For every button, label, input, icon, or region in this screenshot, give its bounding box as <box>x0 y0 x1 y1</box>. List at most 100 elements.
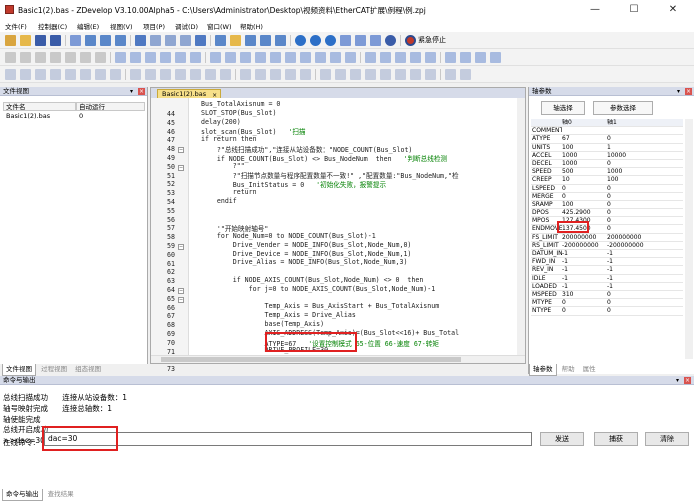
ladder-monitor-icon[interactable] <box>110 69 121 80</box>
fold-toggle-icon[interactable]: − <box>178 164 184 171</box>
param-value[interactable]: 0 <box>607 160 653 168</box>
ladder-open-icon[interactable] <box>20 69 31 80</box>
table-row[interactable]: MSPEED 310 0 <box>531 291 683 300</box>
tab-config-view[interactable]: 组态视图 <box>72 364 104 375</box>
compare-icon[interactable] <box>115 35 126 46</box>
ladder-zoom-icon[interactable] <box>445 69 456 80</box>
ladder-l3-icon[interactable] <box>190 69 201 80</box>
param-value[interactable]: -1 <box>562 283 606 291</box>
download-ram-icon[interactable] <box>70 35 81 46</box>
table-row[interactable]: ATYPE 67 0 <box>531 135 683 144</box>
watch-icon[interactable] <box>230 35 241 46</box>
button-icon[interactable] <box>160 52 171 63</box>
table-row[interactable]: MERGE 0 0 <box>531 193 683 201</box>
line-tool-icon[interactable] <box>5 52 16 63</box>
ladder-s5-icon[interactable] <box>300 69 311 80</box>
close-icon[interactable]: × <box>138 88 145 95</box>
code-line[interactable]: Bus_TotalAxisnum = 0 <box>201 100 280 108</box>
edit-box-icon[interactable] <box>175 52 186 63</box>
param-value[interactable]: -1 <box>607 283 653 291</box>
param-value[interactable]: 0 <box>607 201 653 209</box>
param-value[interactable]: 0 <box>562 307 606 315</box>
param-value[interactable]: 0 <box>607 291 653 299</box>
code-line[interactable]: Drive_Vender = NODE_INFO(Bus_Slot,Node_N… <box>201 241 412 249</box>
code-line[interactable]: if return then <box>201 135 257 143</box>
io-icon[interactable] <box>165 35 176 46</box>
editor-vertical-scrollbar[interactable] <box>517 98 525 355</box>
table-row[interactable]: CREEP 10 100 <box>531 176 683 185</box>
file-name[interactable]: Basic1(2).bas <box>3 111 76 120</box>
ladder-col-icon[interactable] <box>395 69 406 80</box>
ladder-settings-icon[interactable] <box>460 69 471 80</box>
table-row[interactable]: DECEL 1000 0 <box>531 160 683 169</box>
fold-toggle-icon[interactable]: − <box>178 147 184 154</box>
table-row[interactable]: MPOS 127.4300 0 <box>531 217 683 226</box>
ladder-row-icon[interactable] <box>380 69 391 80</box>
select-axis-button[interactable]: 轴选择 <box>541 101 585 115</box>
pause-icon[interactable] <box>370 35 381 46</box>
param-value[interactable]: -1 <box>607 266 653 274</box>
ladder-compile-icon[interactable] <box>95 69 106 80</box>
emergency-stop-button[interactable]: 紧急停止 <box>404 34 446 47</box>
label-icon[interactable] <box>145 52 156 63</box>
menu-file[interactable]: 文件(F) <box>5 21 27 31</box>
tab-find-results[interactable]: 查找结果 <box>45 489 77 500</box>
table-row[interactable]: LOADED -1 -1 <box>531 283 683 291</box>
slider-icon[interactable] <box>285 52 296 63</box>
curve-tool-icon[interactable] <box>95 52 106 63</box>
variable-icon[interactable] <box>275 35 286 46</box>
ladder-vline-icon[interactable] <box>335 69 346 80</box>
ladder-l4-icon[interactable] <box>205 69 216 80</box>
ladder-hline-icon[interactable] <box>320 69 331 80</box>
table-row[interactable]: SPEED 500 1000 <box>531 168 683 177</box>
editor-tab[interactable]: Basic1(2).bas × <box>157 89 222 99</box>
ellipse-tool-icon[interactable] <box>80 52 91 63</box>
task-icon[interactable] <box>260 35 271 46</box>
param-value[interactable]: 100 <box>607 176 653 184</box>
clear-button[interactable]: 清除 <box>645 432 689 446</box>
param-value[interactable]: 200000000 <box>607 234 653 242</box>
table-row[interactable]: REV_IN -1 -1 <box>531 266 683 275</box>
step-into-icon[interactable] <box>310 35 321 46</box>
table-row[interactable]: COMMENT <box>531 127 683 136</box>
param-value[interactable]: 0 <box>607 185 653 193</box>
ladder-save-icon[interactable] <box>35 69 46 80</box>
param-value[interactable]: -1 <box>562 266 606 274</box>
menu-controller[interactable]: 控制器(C) <box>38 21 67 31</box>
ladder-l2-icon[interactable] <box>175 69 186 80</box>
table-row[interactable]: FWD_IN -1 -1 <box>531 258 683 267</box>
code-line[interactable]: Temp_Axis = Drive_Alias <box>201 311 356 319</box>
table-row[interactable]: ENDMOVE 137.4500 0 <box>531 225 683 234</box>
timer-icon[interactable] <box>365 52 376 63</box>
code-line[interactable]: for j=0 to NODE_AXIS_COUNT(Bus_Slot,Node… <box>201 285 436 293</box>
param-value[interactable]: 425.2900 <box>562 209 606 217</box>
code-line[interactable]: Drive_Device = NODE_INFO(Bus_Slot,Node_N… <box>201 250 412 258</box>
open-folder-icon[interactable] <box>20 35 31 46</box>
meter-icon[interactable] <box>300 52 311 63</box>
ladder-l5-icon[interactable] <box>220 69 231 80</box>
param-value[interactable]: 200000000 <box>562 234 606 242</box>
controller-icon[interactable] <box>195 35 206 46</box>
code-line[interactable]: endif <box>201 197 237 205</box>
code-line[interactable]: return <box>201 188 257 196</box>
ladder-s1-icon[interactable] <box>240 69 251 80</box>
param-value[interactable]: 310 <box>562 291 606 299</box>
download-rom-icon[interactable] <box>85 35 96 46</box>
tab-command-output[interactable]: 命令与输出 <box>2 489 43 501</box>
circle-tool-icon[interactable] <box>65 52 76 63</box>
new-file-icon[interactable] <box>5 35 16 46</box>
register-icon[interactable] <box>180 35 191 46</box>
list-icon[interactable] <box>225 52 236 63</box>
keyboard-icon[interactable] <box>345 52 356 63</box>
column-header[interactable]: 自动运行 <box>76 102 145 111</box>
group-icon[interactable] <box>475 52 486 63</box>
menu-view[interactable]: 视图(V) <box>110 21 133 31</box>
minimize-button[interactable]: — <box>576 1 614 18</box>
window-icon[interactable] <box>490 52 501 63</box>
auto-run-value[interactable]: 0 <box>76 111 145 120</box>
ladder-insert-icon[interactable] <box>365 69 376 80</box>
pen-icon[interactable] <box>425 52 436 63</box>
table-row[interactable]: FS_LIMIT 200000000 200000000 <box>531 234 683 242</box>
menu-window[interactable]: 窗口(W) <box>207 21 232 31</box>
code-line[interactable]: ?"" <box>201 162 245 170</box>
